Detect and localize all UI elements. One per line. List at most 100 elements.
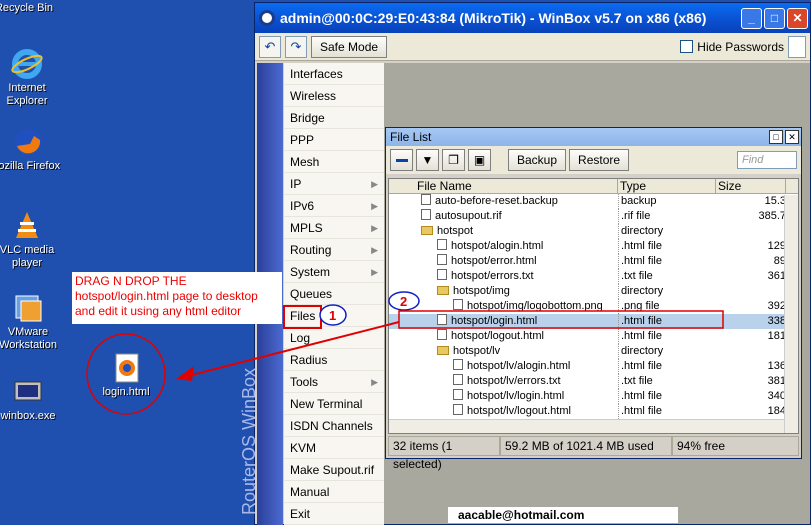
menu-item-label: PPP (290, 133, 315, 147)
menu-item-manual[interactable]: Manual (284, 481, 384, 503)
cell-file-name: hotspot/login.html (389, 314, 618, 329)
cell-file-name: hotspot/lv/alogin.html (389, 359, 618, 374)
table-row[interactable]: hotspot/error.html .html file 89 (389, 254, 798, 269)
desktop-icon-login-html[interactable]: login.html (88, 352, 164, 399)
file-name-text: hotspot/login.html (451, 315, 538, 327)
file-icon (453, 374, 463, 385)
table-header: File Name Type Size (389, 179, 798, 194)
desktop-icon-winbox[interactable]: winbox.exe (0, 376, 66, 423)
cell-size: 338 (767, 315, 786, 327)
annotation-line: DRAG N DROP THE (75, 274, 187, 288)
menu-item-mpls[interactable]: MPLS ▶ (284, 217, 384, 239)
file-name-text: hotspot/errors.txt (451, 270, 534, 282)
side-banner-label: RouterOS WinBox (239, 367, 259, 515)
find-input[interactable]: Find (737, 151, 797, 169)
menu-item-interfaces[interactable]: Interfaces (284, 63, 384, 85)
main-menu: Interfaces Wireless Bridge PPP Mesh IP ▶ IPv6 ▶ M… (284, 63, 384, 525)
menu-item-system[interactable]: System ▶ (284, 261, 384, 283)
file-name-text: hotspot/lv/logout.html (467, 405, 571, 417)
paste-icon[interactable]: ▣ (468, 149, 491, 171)
vertical-scrollbar[interactable] (784, 195, 798, 433)
cell-type: .html file (618, 404, 716, 419)
annotation-line: hotspot/login.html page to desktop (75, 289, 258, 303)
desktop-icon-vmware[interactable]: VMware Workstation (0, 292, 66, 352)
menu-item-ip[interactable]: IP ▶ (284, 173, 384, 195)
cell-size (716, 284, 786, 299)
close-icon[interactable]: ✕ (785, 130, 799, 144)
restore-window-icon[interactable]: □ (769, 130, 783, 144)
table-row[interactable]: hotspot directory (389, 224, 798, 239)
column-type[interactable]: Type (618, 179, 716, 193)
table-row[interactable]: autosupout.rif .rif file 385.7 (389, 209, 798, 224)
menu-item-make-supout-rif[interactable]: Make Supout.rif (284, 459, 384, 481)
cell-type: .html file (618, 239, 716, 254)
minimize-button[interactable]: _ (741, 7, 762, 29)
annotation-note: DRAG N DROP THE hotspot/login.html page … (72, 272, 282, 324)
filter-icon[interactable]: ▼ (416, 149, 439, 171)
desktop-icon-internet-explorer[interactable]: Internet Explorer (0, 48, 65, 108)
menu-item-radius[interactable]: Radius (284, 349, 384, 371)
table-row[interactable]: hotspot/login.html .html file 338 (389, 314, 798, 329)
restore-button[interactable]: Restore (569, 149, 630, 171)
menu-item-new-terminal[interactable]: New Terminal (284, 393, 384, 415)
menu-item-ipv6[interactable]: IPv6 ▶ (284, 195, 384, 217)
cell-file-name: hotspot/lv/errors.txt (389, 374, 618, 389)
desktop-icon-recycle-bin[interactable]: Recycle Bin (0, 2, 62, 15)
menu-item-tools[interactable]: Tools ▶ (284, 371, 384, 393)
table-row[interactable]: hotspot/alogin.html .html file 129 (389, 239, 798, 254)
safe-mode-button[interactable]: Safe Mode (311, 35, 388, 58)
menu-item-mesh[interactable]: Mesh (284, 151, 384, 173)
undo-icon[interactable]: ↶ (259, 35, 281, 58)
table-row[interactable]: hotspot/lv directory (389, 344, 798, 359)
menu-item-files[interactable]: Files (284, 305, 384, 327)
menu-item-routing[interactable]: Routing ▶ (284, 239, 384, 261)
backup-button[interactable]: Backup (508, 149, 567, 171)
table-row[interactable]: hotspot/img directory (389, 284, 798, 299)
window-title: admin@00:0C:29:E0:43:84 (MikroTik) - Win… (280, 10, 707, 26)
table-row[interactable]: hotspot/lv/login.html .html file 340 (389, 389, 798, 404)
hide-passwords-toggle[interactable]: Hide Passwords (680, 40, 784, 54)
menu-item-wireless[interactable]: Wireless (284, 85, 384, 107)
file-name-text: auto-before-reset.backup (435, 195, 558, 207)
file-list-window: File List □ ✕ ▼ ❐ ▣ Backup Restore Find … (385, 127, 802, 471)
table-row[interactable]: auto-before-reset.backup backup 15.3 (389, 194, 798, 209)
column-size[interactable]: Size (716, 179, 786, 193)
cell-type: .rif file (618, 209, 716, 224)
menu-item-log[interactable]: Log (284, 327, 384, 349)
table-row[interactable]: hotspot/lv/errors.txt .txt file 381 (389, 374, 798, 389)
maximize-button[interactable]: □ (764, 7, 785, 29)
menu-item-kvm[interactable]: KVM (284, 437, 384, 459)
desktop-icon-vlc[interactable]: VLC media player (0, 210, 65, 270)
close-button[interactable]: ✕ (787, 7, 808, 29)
table-row[interactable]: hotspot/lv/alogin.html .html file 136 (389, 359, 798, 374)
file-icon (437, 314, 447, 325)
menu-item-bridge[interactable]: Bridge (284, 107, 384, 129)
copy-icon[interactable]: ❐ (442, 149, 465, 171)
cell-file-name: hotspot/lv/logout.html (389, 404, 618, 419)
file-icon (437, 329, 447, 340)
file-icon (421, 194, 431, 205)
annotation-line: and edit it using any html editor (75, 304, 242, 318)
menu-item-queues[interactable]: Queues (284, 283, 384, 305)
menu-item-isdn-channels[interactable]: ISDN Channels (284, 415, 384, 437)
table-row[interactable]: hotspot/logout.html .html file 181 (389, 329, 798, 344)
file-name-text: hotspot (437, 225, 474, 237)
desktop-icon-firefox[interactable]: lozilla Firefox (0, 126, 66, 173)
hide-passwords-checkbox[interactable] (680, 40, 694, 53)
menu-item-exit[interactable]: Exit (284, 503, 384, 525)
table-row[interactable]: hotspot/errors.txt .txt file 361 (389, 269, 798, 284)
horizontal-scrollbar[interactable] (389, 419, 784, 433)
vmware-icon (12, 292, 44, 324)
file-list-titlebar[interactable]: File List □ ✕ (386, 128, 801, 146)
window-titlebar[interactable]: admin@00:0C:29:E0:43:84 (MikroTik) - Win… (255, 3, 810, 33)
cell-type: .html file (618, 359, 716, 374)
column-file-name[interactable]: File Name (389, 179, 618, 193)
cell-type: .txt file (618, 374, 716, 389)
remove-icon[interactable] (390, 149, 413, 171)
cell-size: 15.3 (764, 195, 786, 207)
menu-item-ppp[interactable]: PPP (284, 129, 384, 151)
table-row[interactable]: hotspot/img/logobottom.png .png file 392 (389, 299, 798, 314)
desktop-icon-label: winbox.exe (0, 410, 56, 422)
table-row[interactable]: hotspot/lv/logout.html .html file 184 (389, 404, 798, 419)
redo-icon[interactable]: ↷ (285, 35, 307, 58)
